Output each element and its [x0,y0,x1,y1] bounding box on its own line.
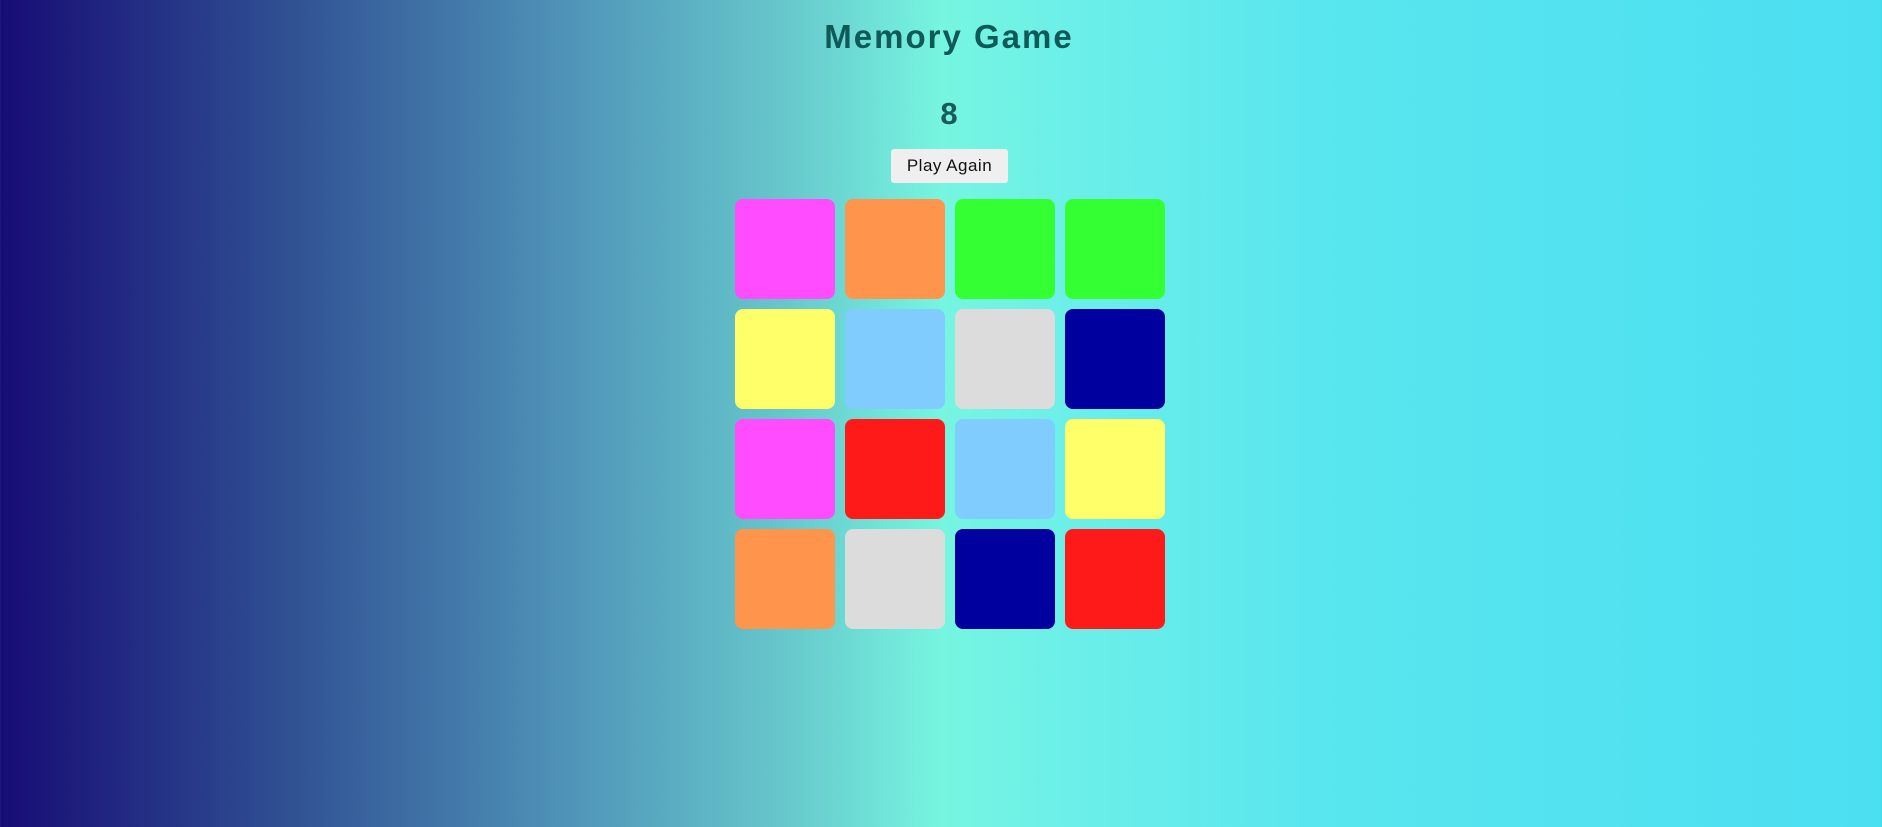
memory-card[interactable] [955,199,1055,299]
memory-card[interactable] [955,309,1055,409]
memory-card[interactable] [735,199,835,299]
play-again-button[interactable]: Play Again [891,149,1008,183]
memory-card[interactable] [1065,199,1165,299]
memory-card[interactable] [735,419,835,519]
memory-card[interactable] [955,419,1055,519]
memory-card[interactable] [735,309,835,409]
game-title: Memory Game [824,18,1074,55]
memory-card[interactable] [845,529,945,629]
memory-card[interactable] [1065,529,1165,629]
memory-card[interactable] [845,309,945,409]
memory-card[interactable] [1065,309,1165,409]
memory-card[interactable] [955,529,1055,629]
memory-card[interactable] [845,419,945,519]
card-grid [735,199,1165,629]
memory-card[interactable] [1065,419,1165,519]
memory-card[interactable] [735,529,835,629]
score-display: 8 [940,96,958,131]
memory-card[interactable] [845,199,945,299]
